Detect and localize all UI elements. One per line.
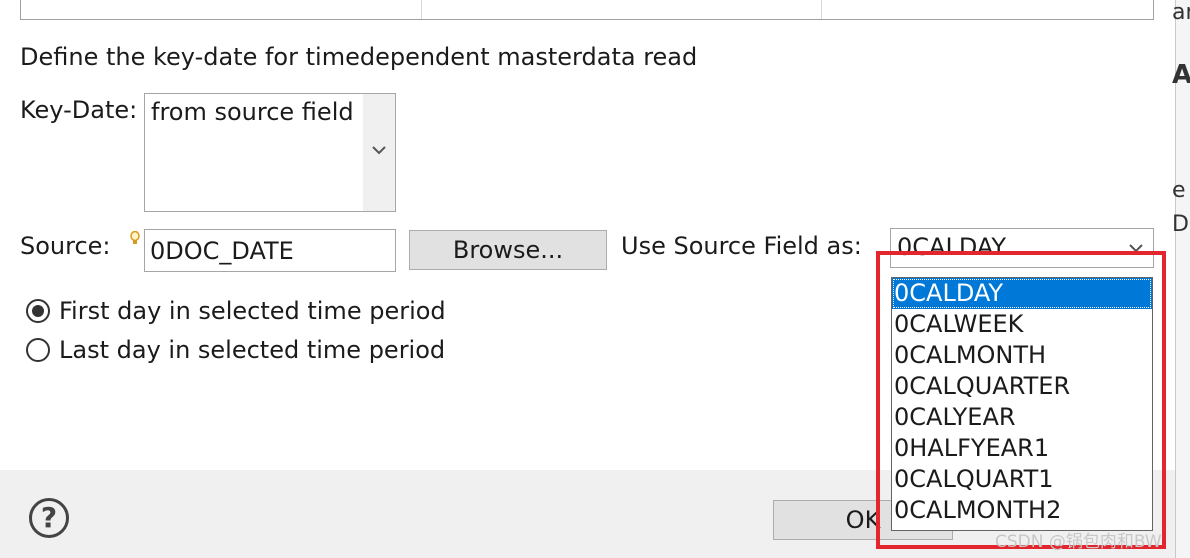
source-value: 0DOC_DATE <box>150 237 294 265</box>
background-fragment: DI <box>1172 212 1190 237</box>
radio-first-day[interactable] <box>26 299 50 323</box>
key-date-listbox[interactable]: from source field <box>144 93 396 212</box>
background-fragment: e <box>1172 178 1186 203</box>
watermark-text: CSDN @锅包肉和BW <box>995 532 1162 552</box>
listbox-scrollbar[interactable] <box>363 94 395 211</box>
table-column-divider <box>821 0 822 19</box>
annotation-highlight-box <box>876 251 1166 549</box>
radio-first-day-label[interactable]: First day in selected time period <box>59 297 446 325</box>
key-date-value: from source field <box>151 98 354 126</box>
top-table <box>20 0 1154 20</box>
source-label: Source: <box>20 232 111 260</box>
help-icon[interactable]: ? <box>29 498 69 538</box>
source-field[interactable]: 0DOC_DATE <box>144 229 396 272</box>
browse-button[interactable]: Browse... <box>409 230 607 270</box>
radio-last-day[interactable] <box>26 338 50 362</box>
use-source-label: Use Source Field as: <box>621 232 862 260</box>
background-fragment: A <box>1172 60 1190 90</box>
background-fragment: ar <box>1172 0 1190 25</box>
lightbulb-warning-icon <box>130 231 140 244</box>
description-text: Define the key-date for timedependent ma… <box>20 43 698 71</box>
radio-selected-dot <box>32 305 44 317</box>
key-date-label: Key-Date: <box>20 96 138 124</box>
radio-last-day-label[interactable]: Last day in selected time period <box>59 336 445 364</box>
table-column-divider <box>421 0 422 19</box>
chevron-down-icon[interactable] <box>372 145 386 155</box>
